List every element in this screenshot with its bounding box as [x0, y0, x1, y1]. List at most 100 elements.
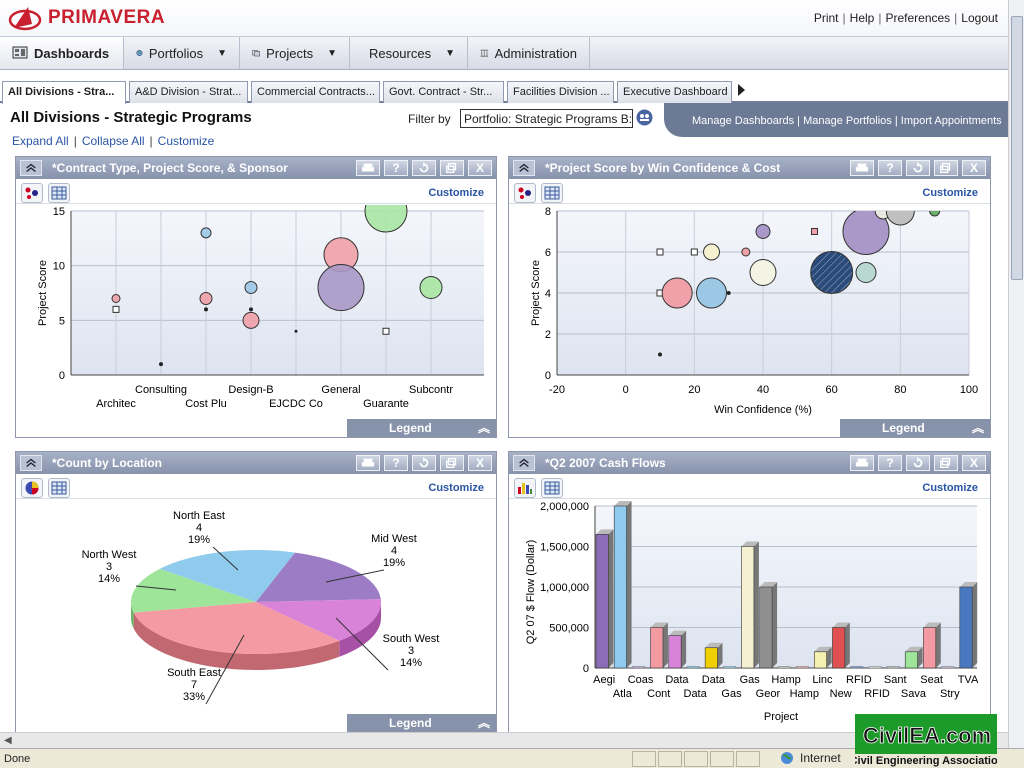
customize-link[interactable]: Customize [158, 134, 215, 148]
help-portlet-button[interactable]: ? [384, 160, 408, 176]
x-tick-label: Linc [812, 674, 833, 686]
help-portlet-button[interactable]: ? [878, 160, 902, 176]
zone-label: Internet [800, 751, 841, 765]
data-point [741, 247, 751, 257]
filter-go-icon[interactable] [636, 109, 653, 126]
collapse-portlet-button[interactable] [513, 455, 535, 471]
x-axis-label: Project [764, 711, 798, 723]
data-point [159, 362, 163, 367]
x-tick-label: 0 [623, 384, 629, 396]
chart-view-button[interactable] [514, 478, 536, 498]
x-tick-label: 80 [894, 384, 906, 396]
x-tick-label: Gas [740, 674, 761, 686]
tab-scroll-right-icon[interactable] [738, 84, 745, 96]
refresh-portlet-button[interactable] [906, 455, 930, 471]
y-tick-label: 10 [53, 261, 65, 273]
collapse-portlet-button[interactable] [20, 160, 42, 176]
legend-toggle[interactable]: Legend ︽ [840, 419, 990, 437]
manage-portfolios-link[interactable]: Manage Portfolios [803, 115, 892, 127]
nav-projects[interactable]: Projects ▼ [240, 37, 350, 69]
scroll-left-icon[interactable]: ◀ [4, 735, 12, 746]
portlet-title: *Count by Location [52, 456, 162, 470]
y-tick-label: 15 [53, 206, 65, 218]
portlet-customize-link[interactable]: Customize [428, 482, 484, 494]
chart-view-button[interactable] [514, 183, 536, 203]
help-portlet-button[interactable]: ? [384, 455, 408, 471]
help-link[interactable]: Help [850, 11, 875, 25]
filter-field[interactable]: Portfolio: Strategic Programs B: [460, 109, 633, 128]
bar-chart-icon [518, 483, 532, 494]
maximize-portlet-button[interactable] [934, 455, 958, 471]
close-portlet-button[interactable]: X [468, 455, 492, 471]
bar [704, 647, 718, 669]
legend-label: Legend [389, 421, 432, 435]
table-view-button[interactable] [541, 183, 563, 203]
pie-label-name: South East [167, 667, 221, 679]
refresh-portlet-button[interactable] [412, 160, 436, 176]
x-axis-label: Contract Type [244, 420, 312, 421]
nav-portfolios[interactable]: Portfolios ▼ [124, 37, 240, 69]
maximize-portlet-button[interactable] [440, 455, 464, 471]
close-portlet-button[interactable]: X [962, 455, 986, 471]
chart-view-button[interactable] [21, 478, 43, 498]
collapse-portlet-button[interactable] [20, 455, 42, 471]
import-appointments-link[interactable]: Import Appointments [901, 115, 1002, 127]
collapse-portlet-button[interactable] [513, 160, 535, 176]
pie-label-percent: 19% [188, 534, 210, 546]
chevron-down-icon[interactable]: ▼ [445, 48, 455, 59]
x-tick-label: Coas [628, 674, 654, 686]
chevron-down-icon[interactable]: ▼ [217, 48, 227, 59]
chevron-down-icon[interactable]: ▼ [327, 48, 337, 59]
expand-all-link[interactable]: Expand All [12, 134, 69, 148]
refresh-icon [419, 456, 429, 468]
tab-commercial-contracts[interactable]: Commercial Contracts... [251, 81, 380, 103]
manage-dashboards-link[interactable]: Manage Dashboards [692, 115, 794, 127]
vertical-scrollbar[interactable] [1008, 0, 1024, 748]
portlet-toolbar: Customize [509, 477, 990, 499]
y-tick-label: 500,000 [549, 623, 589, 635]
refresh-portlet-button[interactable] [906, 160, 930, 176]
nav-administration[interactable]: Administration [468, 37, 590, 69]
logout-link[interactable]: Logout [961, 11, 998, 25]
close-portlet-button[interactable]: X [962, 160, 986, 176]
collapse-all-link[interactable]: Collapse All [82, 134, 145, 148]
nav-dashboards[interactable]: Dashboards [0, 37, 124, 69]
preferences-link[interactable]: Preferences [885, 11, 950, 25]
legend-toggle[interactable]: Legend ︽ [347, 419, 496, 437]
legend-toggle[interactable]: Legend ︽ [347, 714, 496, 732]
page-icon [658, 751, 682, 767]
maximize-portlet-button[interactable] [440, 160, 464, 176]
x-tick-label: 40 [757, 384, 769, 396]
tab-all-divisions[interactable]: All Divisions - Stra... [2, 81, 126, 104]
print-portlet-button[interactable] [850, 160, 874, 176]
scrollbar-thumb[interactable] [1011, 16, 1023, 280]
data-point [382, 327, 390, 335]
print-portlet-button[interactable] [850, 455, 874, 471]
maximize-portlet-button[interactable] [934, 160, 958, 176]
double-chevron-up-icon: ︽ [477, 716, 490, 730]
close-portlet-button[interactable]: X [468, 160, 492, 176]
print-link[interactable]: Print [814, 11, 839, 25]
chart-view-button[interactable] [21, 183, 43, 203]
refresh-portlet-button[interactable] [412, 455, 436, 471]
help-portlet-button[interactable]: ? [878, 455, 902, 471]
print-portlet-button[interactable] [356, 160, 380, 176]
pie-label-count: 7 [191, 679, 197, 691]
tab-ad-division[interactable]: A&D Division - Strat... [129, 81, 248, 103]
nav-resources[interactable]: Resources ▼ [350, 37, 468, 69]
table-view-button[interactable] [48, 183, 70, 203]
portlet-customize-link[interactable]: Customize [428, 187, 484, 199]
x-tick-label: -20 [549, 384, 565, 396]
tab-executive-dashboard[interactable]: Executive Dashboard [617, 81, 732, 103]
table-view-button[interactable] [48, 478, 70, 498]
table-view-button[interactable] [541, 478, 563, 498]
print-portlet-button[interactable] [356, 455, 380, 471]
tab-facilities-division[interactable]: Facilities Division ... [507, 81, 614, 103]
tab-govt-contract[interactable]: Govt. Contract - Str... [383, 81, 504, 103]
x-tick-label: EJCDC Co [269, 398, 323, 410]
portlet-customize-link[interactable]: Customize [922, 187, 978, 199]
bar [686, 666, 700, 669]
portlet-customize-link[interactable]: Customize [922, 482, 978, 494]
data-point [111, 293, 121, 303]
portlet-toolbar: Customize [16, 477, 496, 499]
